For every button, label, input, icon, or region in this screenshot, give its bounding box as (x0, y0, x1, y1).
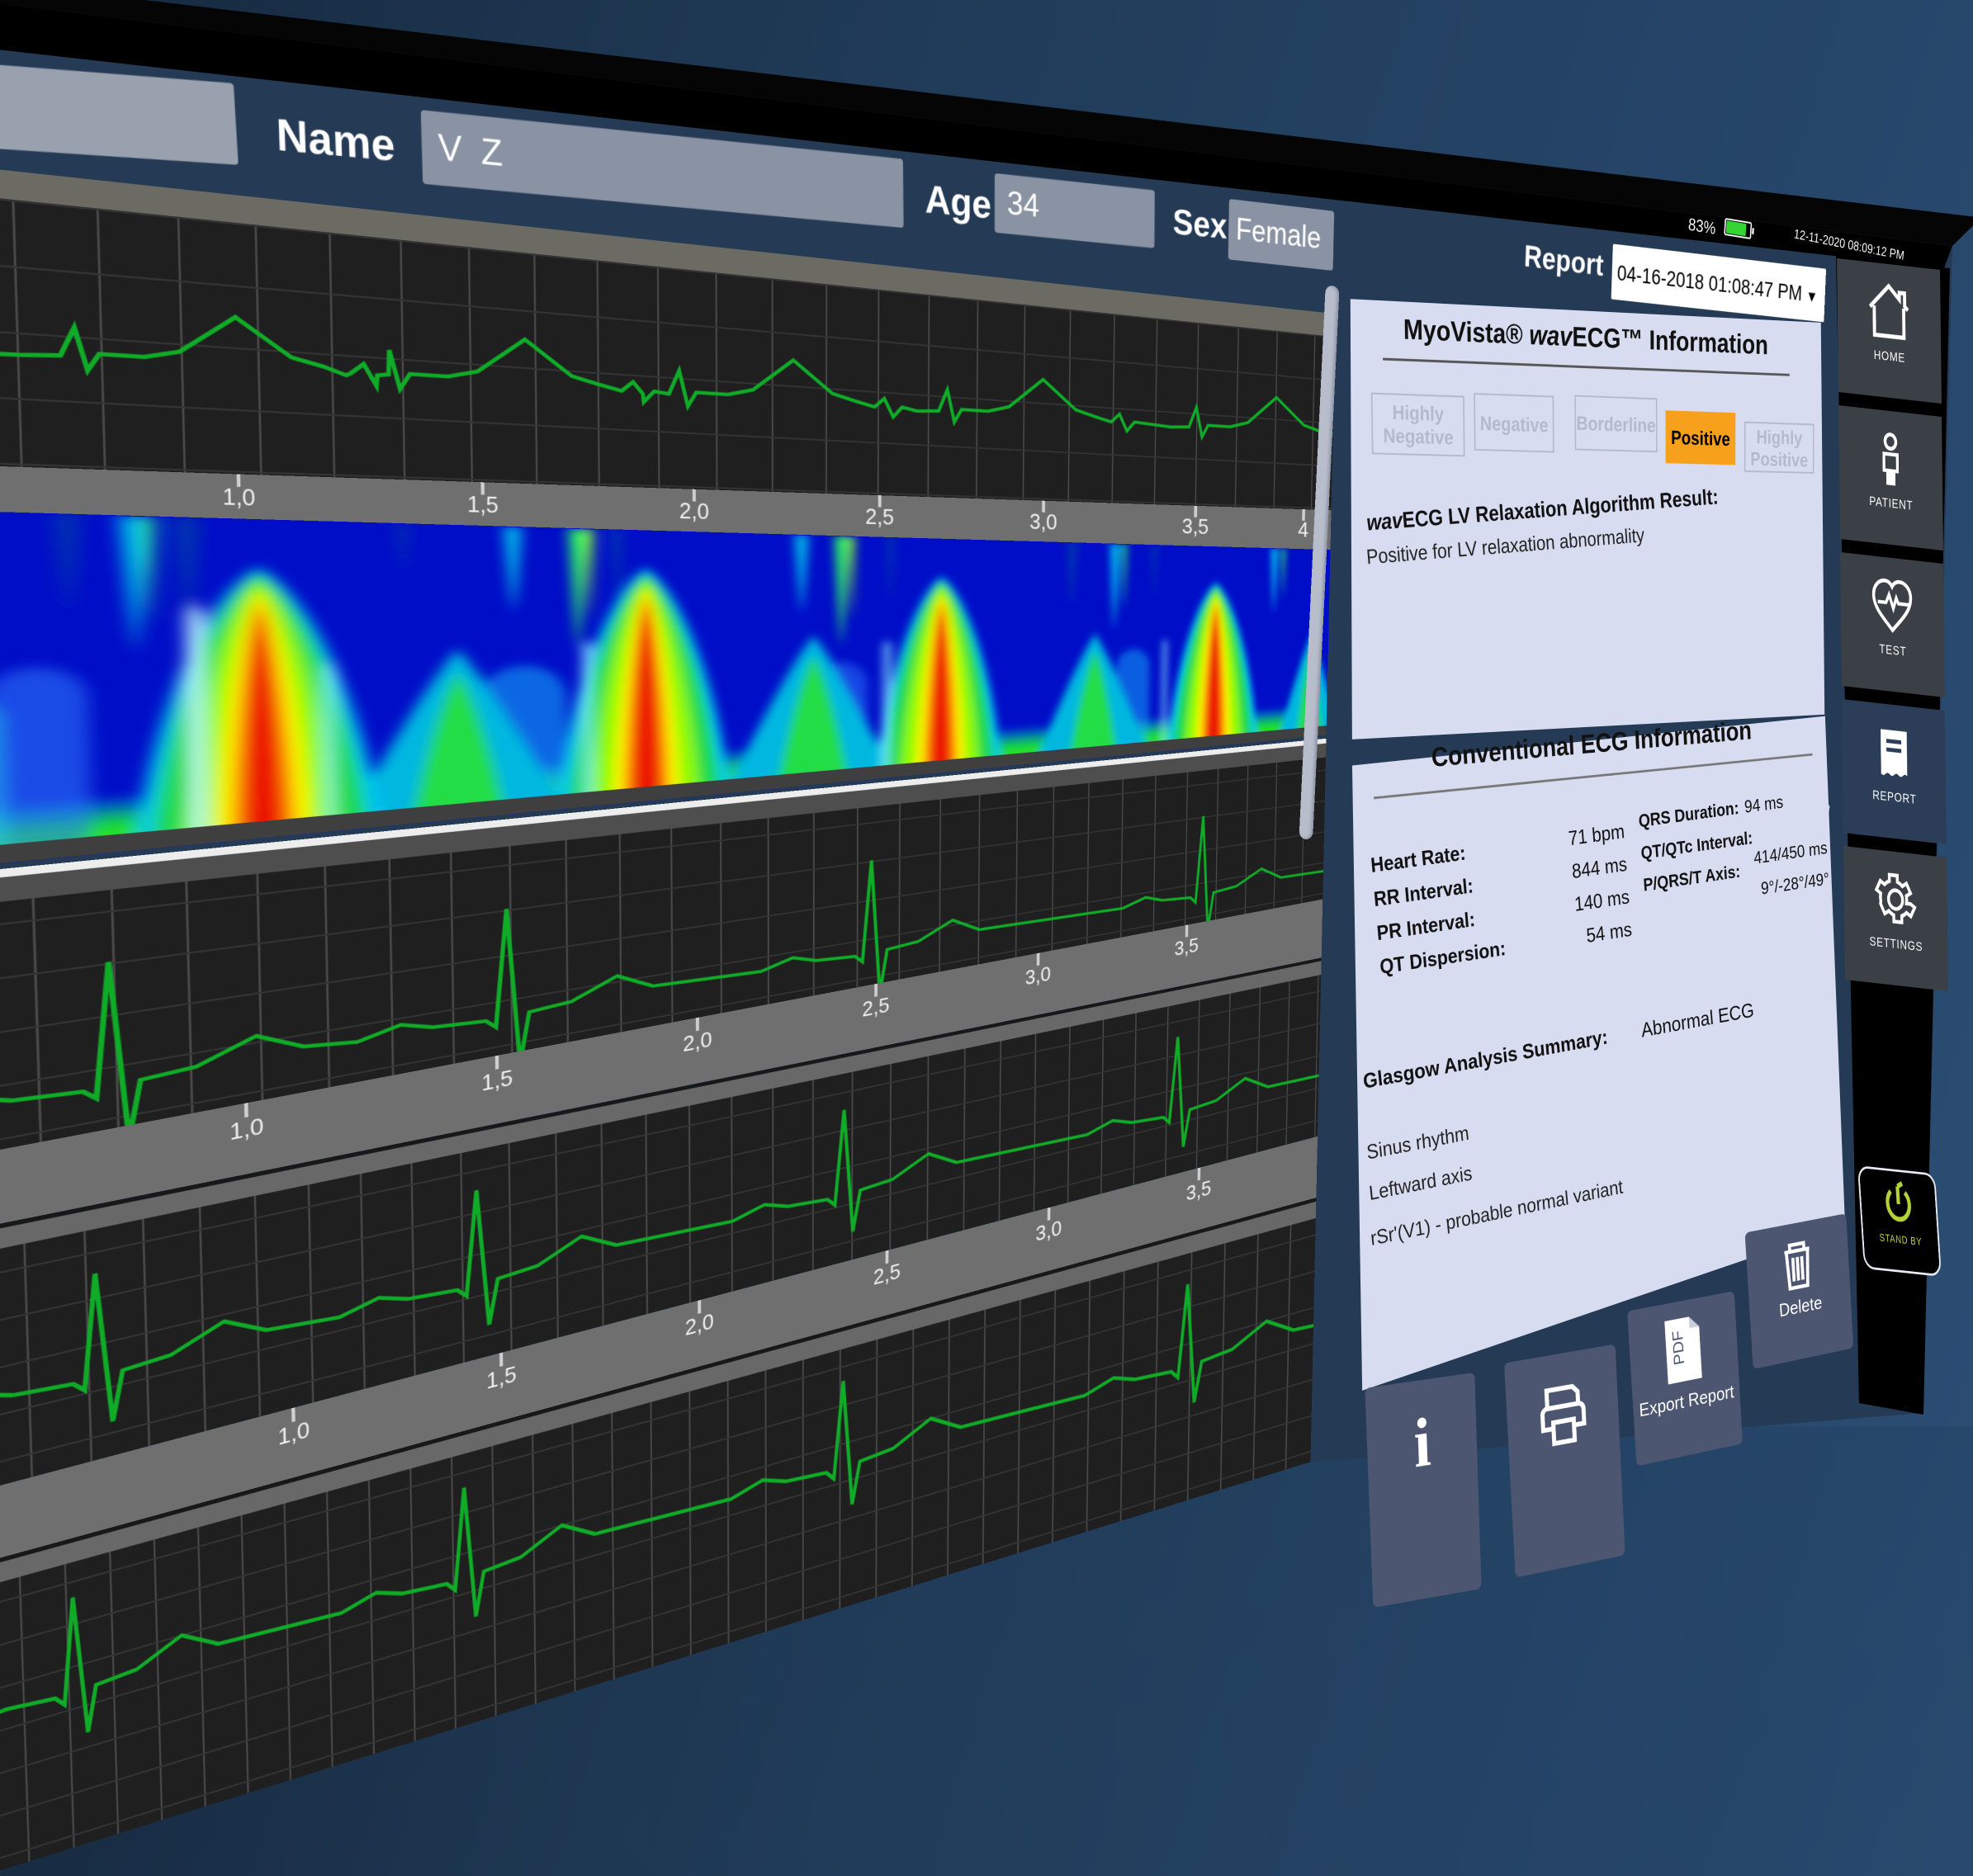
svg-text:PDF: PDF (1670, 1329, 1688, 1366)
